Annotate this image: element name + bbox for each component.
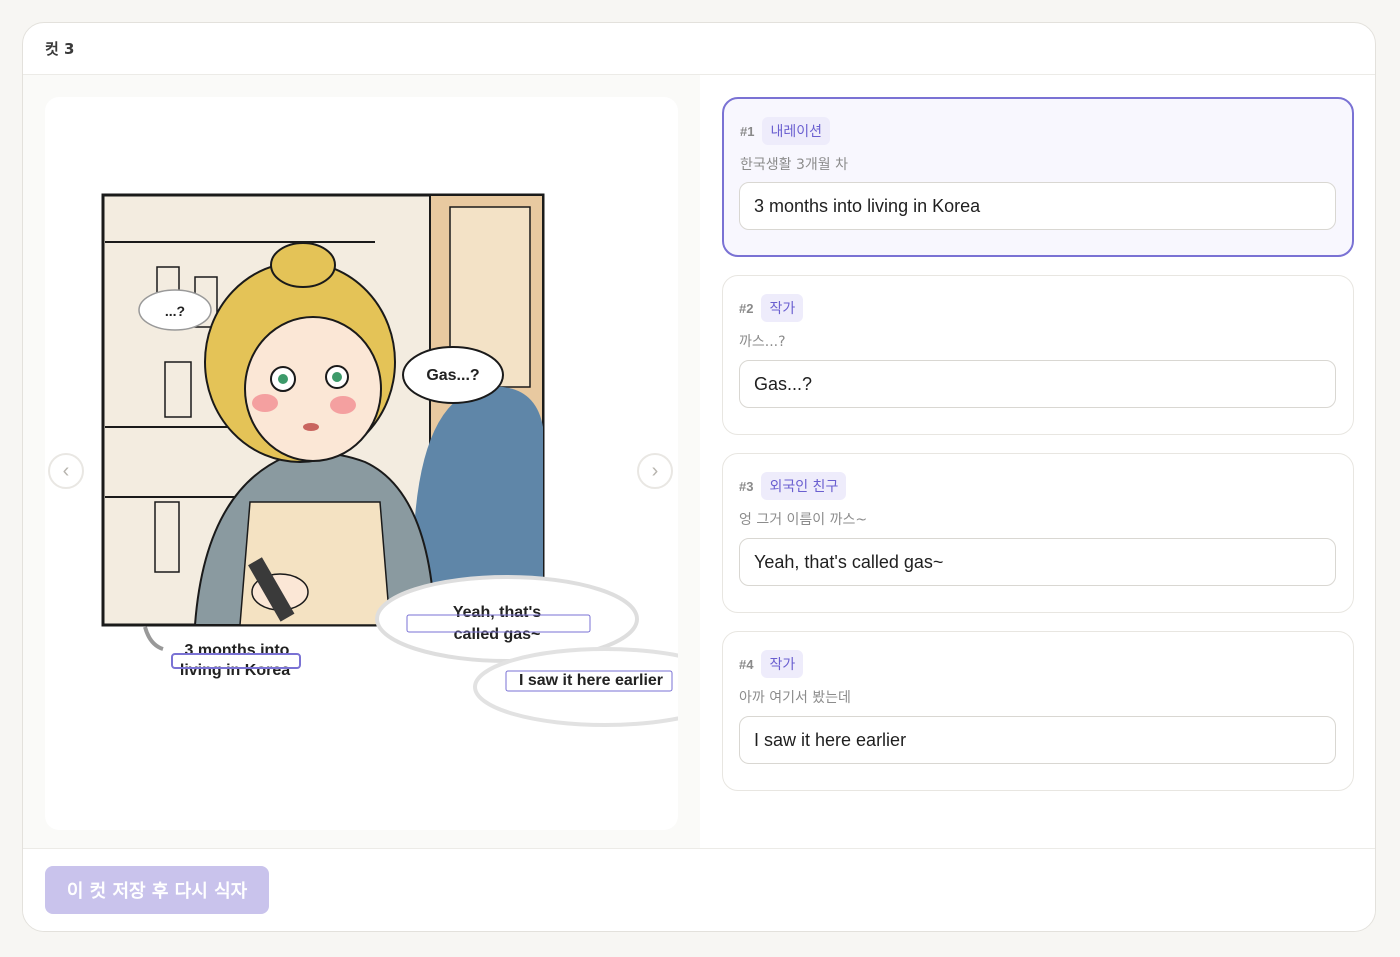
chevron-left-icon: ‹	[62, 459, 70, 482]
card-footer: 이 컷 저장 후 다시 식자	[23, 848, 1375, 931]
original-text: 엉 그거 이름이 까스~	[739, 512, 868, 528]
cut-number: #3	[739, 478, 754, 494]
cut-card-3[interactable]: #3 외국인 친구 엉 그거 이름이 까스~	[722, 453, 1354, 613]
cut-meta: #1 내레이션	[740, 117, 830, 145]
cut-number: #2	[739, 300, 754, 316]
narration-line2: living in Korea	[180, 662, 290, 679]
blush-right	[330, 396, 356, 414]
comic-viewer: ...? Gas...? Yeah, that's called gas~ 3 …	[45, 97, 678, 830]
pupil-right	[332, 372, 342, 382]
viewer-pane: ...? Gas...? Yeah, that's called gas~ 3 …	[23, 75, 700, 851]
prev-arrow[interactable]: ‹	[48, 453, 84, 489]
original-text: 까스...?	[739, 334, 786, 350]
hair-bun	[270, 242, 336, 288]
speaker-badge: 작가	[761, 294, 804, 322]
pupil-left	[278, 374, 288, 384]
bubble-earlier-text: I saw it here earlier	[519, 672, 663, 689]
page-title: 컷 3	[45, 40, 75, 58]
save-and-retypeset-button[interactable]: 이 컷 저장 후 다시 식자	[45, 866, 269, 914]
bubble-called-line2: called gas~	[454, 626, 541, 643]
narration-line1: 3 months into	[185, 642, 290, 659]
chevron-right-icon: ›	[651, 459, 659, 482]
translation-input[interactable]	[739, 538, 1336, 586]
editor-card: 컷 3 ...? Gas...? Yeah, that's called gas…	[22, 22, 1376, 932]
next-arrow[interactable]: ›	[637, 453, 673, 489]
face	[244, 316, 382, 462]
blush-left	[252, 394, 278, 412]
card-header: 컷 3	[23, 23, 1375, 75]
cut-meta: #4 작가	[739, 650, 804, 678]
cut-card-2[interactable]: #2 작가 까스...?	[722, 275, 1354, 435]
original-text: 아까 여기서 봤는데	[739, 690, 851, 706]
bubble-called-line1: Yeah, that's	[453, 604, 541, 621]
mouth	[303, 423, 319, 431]
cut-number: #1	[740, 123, 755, 139]
narration-arrow	[143, 626, 164, 651]
cut-card-1[interactable]: #1 내레이션 한국생활 3개월 차	[722, 97, 1354, 257]
speaker-badge: 외국인 친구	[761, 472, 847, 500]
translation-input[interactable]	[739, 716, 1336, 764]
cut-list-pane: #1 내레이션 한국생활 3개월 차 #2 작가 까스...? #3 외국인 친…	[700, 75, 1375, 851]
cut-card-4[interactable]: #4 작가 아까 여기서 봤는데	[722, 631, 1354, 791]
bubble-question-text: ...?	[165, 303, 185, 319]
cut-meta: #3 외국인 친구	[739, 472, 847, 500]
original-text: 한국생활 3개월 차	[740, 157, 848, 173]
cut-meta: #2 작가	[739, 294, 804, 322]
speaker-badge: 작가	[761, 650, 804, 678]
cut-number: #4	[739, 656, 754, 672]
translation-input[interactable]	[739, 360, 1336, 408]
bubble-gas-text: Gas...?	[426, 367, 479, 384]
translation-input[interactable]	[739, 182, 1336, 230]
speaker-badge: 내레이션	[762, 117, 830, 145]
card-body: ...? Gas...? Yeah, that's called gas~ 3 …	[23, 75, 1375, 851]
comic-panel: ...? Gas...? Yeah, that's called gas~ 3 …	[101, 193, 678, 727]
